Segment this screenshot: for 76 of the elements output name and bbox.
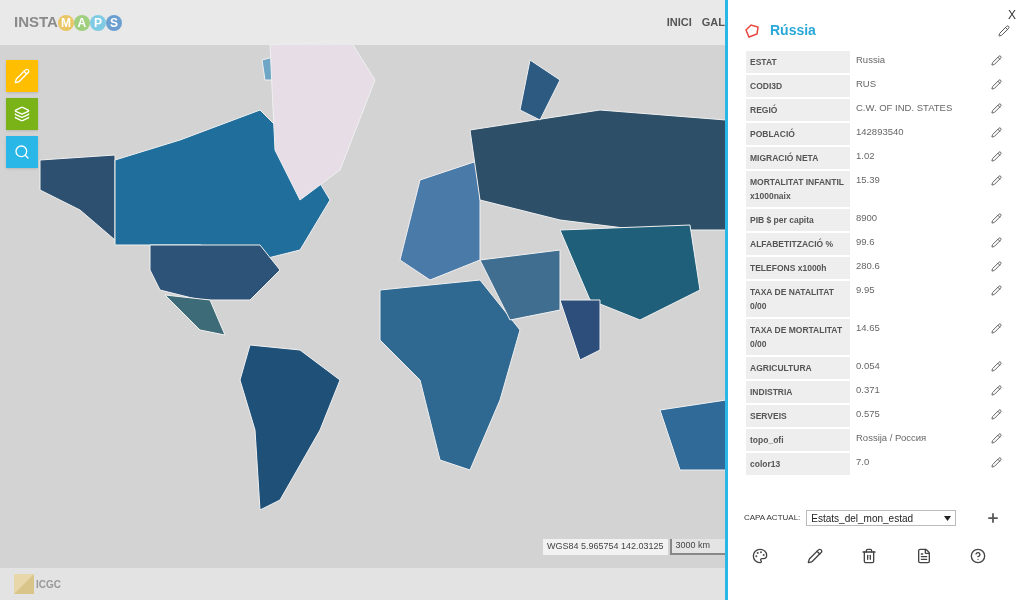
field-value: 8900 xyxy=(855,211,879,225)
field-value: 1.02 xyxy=(855,149,876,163)
edit-icon[interactable] xyxy=(991,285,1002,296)
edit-icon[interactable] xyxy=(991,261,1002,272)
search-button[interactable] xyxy=(6,136,38,168)
edit-icon[interactable] xyxy=(991,213,1002,224)
search-icon xyxy=(14,144,30,160)
logo-text: INSTA xyxy=(14,12,58,33)
close-button[interactable]: X xyxy=(1008,6,1016,24)
field-label: MIGRACIÓ NETA xyxy=(746,147,850,169)
pencil-icon xyxy=(14,68,30,84)
logo-letter: A xyxy=(73,14,90,31)
edit-icon[interactable] xyxy=(991,79,1002,90)
footer-logo-text: ICGC xyxy=(36,577,61,592)
edit-icon[interactable] xyxy=(991,175,1002,186)
field-label: CODI3D xyxy=(746,75,850,97)
field-label: POBLACIÓ xyxy=(746,123,850,145)
field-label: MORTALITAT INFANTIL x1000naix xyxy=(746,171,850,207)
edit-icon[interactable] xyxy=(991,385,1002,396)
table-icon[interactable] xyxy=(915,548,932,564)
field-value: Rossija / Россия xyxy=(855,431,928,445)
edit-icon[interactable] xyxy=(998,24,1010,37)
field-value: 142893540 xyxy=(855,125,905,139)
add-icon[interactable] xyxy=(986,511,1001,525)
edit-icon[interactable] xyxy=(991,361,1002,372)
field-value: Russia xyxy=(855,53,887,67)
layer-select[interactable]: Estats_del_mon_estad xyxy=(806,510,957,526)
field-value: 0.575 xyxy=(855,407,881,421)
layers-icon xyxy=(14,106,30,122)
logo-letter: S xyxy=(105,14,122,31)
field-label: TAXA DE MORTALITAT 0/00 xyxy=(746,319,850,355)
edit-icon[interactable] xyxy=(991,457,1002,468)
edit-icon[interactable] xyxy=(991,409,1002,420)
field-value: 99.6 xyxy=(855,235,876,249)
field-label: REGIÓ xyxy=(746,99,850,121)
field-value: 14.65 xyxy=(855,321,881,335)
palette-icon[interactable] xyxy=(752,548,768,564)
edit-icon[interactable] xyxy=(991,55,1002,66)
nav-link[interactable]: GAL xyxy=(701,14,725,31)
field-label: TELEFONS x1000h xyxy=(746,257,850,279)
field-label: ALFABETITZACIÓ % xyxy=(746,233,850,255)
edit-icon[interactable] xyxy=(991,433,1002,444)
pencil-icon[interactable] xyxy=(806,548,823,564)
edit-icon[interactable] xyxy=(991,323,1002,334)
edit-icon[interactable] xyxy=(991,103,1002,114)
edit-icon[interactable] xyxy=(991,237,1002,248)
field-value: 9.95 xyxy=(855,283,876,297)
logo-letter: M xyxy=(57,14,74,31)
field-label: topo_ofi xyxy=(746,429,850,451)
nav-link[interactable]: INICI xyxy=(666,14,692,31)
edit-icon[interactable] xyxy=(991,127,1002,138)
coordinates-readout: WGS84 5.965754 142.03125 xyxy=(543,539,668,555)
trash-icon[interactable] xyxy=(861,548,877,564)
field-label: TAXA DE NATALITAT 0/00 xyxy=(746,281,850,317)
dropdown-icon xyxy=(944,515,952,521)
field-value: RUS xyxy=(855,77,878,91)
field-value: 7.0 xyxy=(855,455,871,469)
field-label: color13 xyxy=(746,453,850,475)
layer-label: CAPA ACTUAL: xyxy=(744,512,801,524)
logo-icon xyxy=(14,574,34,594)
help-icon[interactable] xyxy=(970,548,986,564)
polygon-icon xyxy=(744,23,760,38)
logo-letter: P xyxy=(89,14,106,31)
field-label: INDISTRIA xyxy=(746,381,850,403)
layers-button[interactable] xyxy=(6,98,38,130)
field-label: AGRICULTURA xyxy=(746,357,850,379)
edit-icon[interactable] xyxy=(991,151,1002,162)
field-value: 15.39 xyxy=(855,173,881,187)
feature-title: Rússia xyxy=(770,21,816,40)
field-label: PIB $ per capita xyxy=(746,209,850,231)
field-label: ESTAT xyxy=(746,51,850,73)
field-value: 280.6 xyxy=(855,259,881,273)
field-label: SERVEIS xyxy=(746,405,850,427)
field-value: C.W. OF IND. STATES xyxy=(855,101,954,115)
field-value: 0.054 xyxy=(855,359,881,373)
field-value: 0.371 xyxy=(855,383,881,397)
